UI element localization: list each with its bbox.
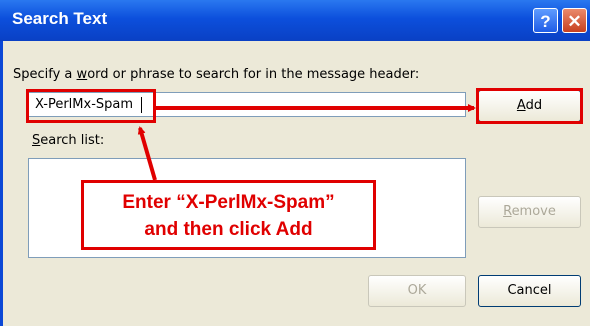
callout-line-2: and then click Add (144, 219, 313, 240)
instruction-label: Specify a word or phrase to search for i… (13, 67, 420, 82)
add-highlight-box (476, 88, 583, 124)
dialog-title: Search Text (12, 9, 108, 28)
callout-line-1: Enter “X-PerlMx-Spam” (122, 192, 335, 213)
input-highlight-box (26, 89, 156, 123)
remove-button[interactable]: Remove (478, 196, 581, 228)
ok-button[interactable]: OK (368, 275, 466, 307)
cancel-button[interactable]: Cancel (478, 275, 581, 307)
help-icon[interactable]: ? (533, 8, 558, 33)
close-icon[interactable]: ✕ (562, 8, 587, 33)
instruction-callout: Enter “X-PerlMx-Spam” and then click Add (81, 180, 376, 250)
search-list-label: Search list: (32, 133, 105, 148)
title-bar: Search Text ? ✕ (0, 0, 590, 41)
